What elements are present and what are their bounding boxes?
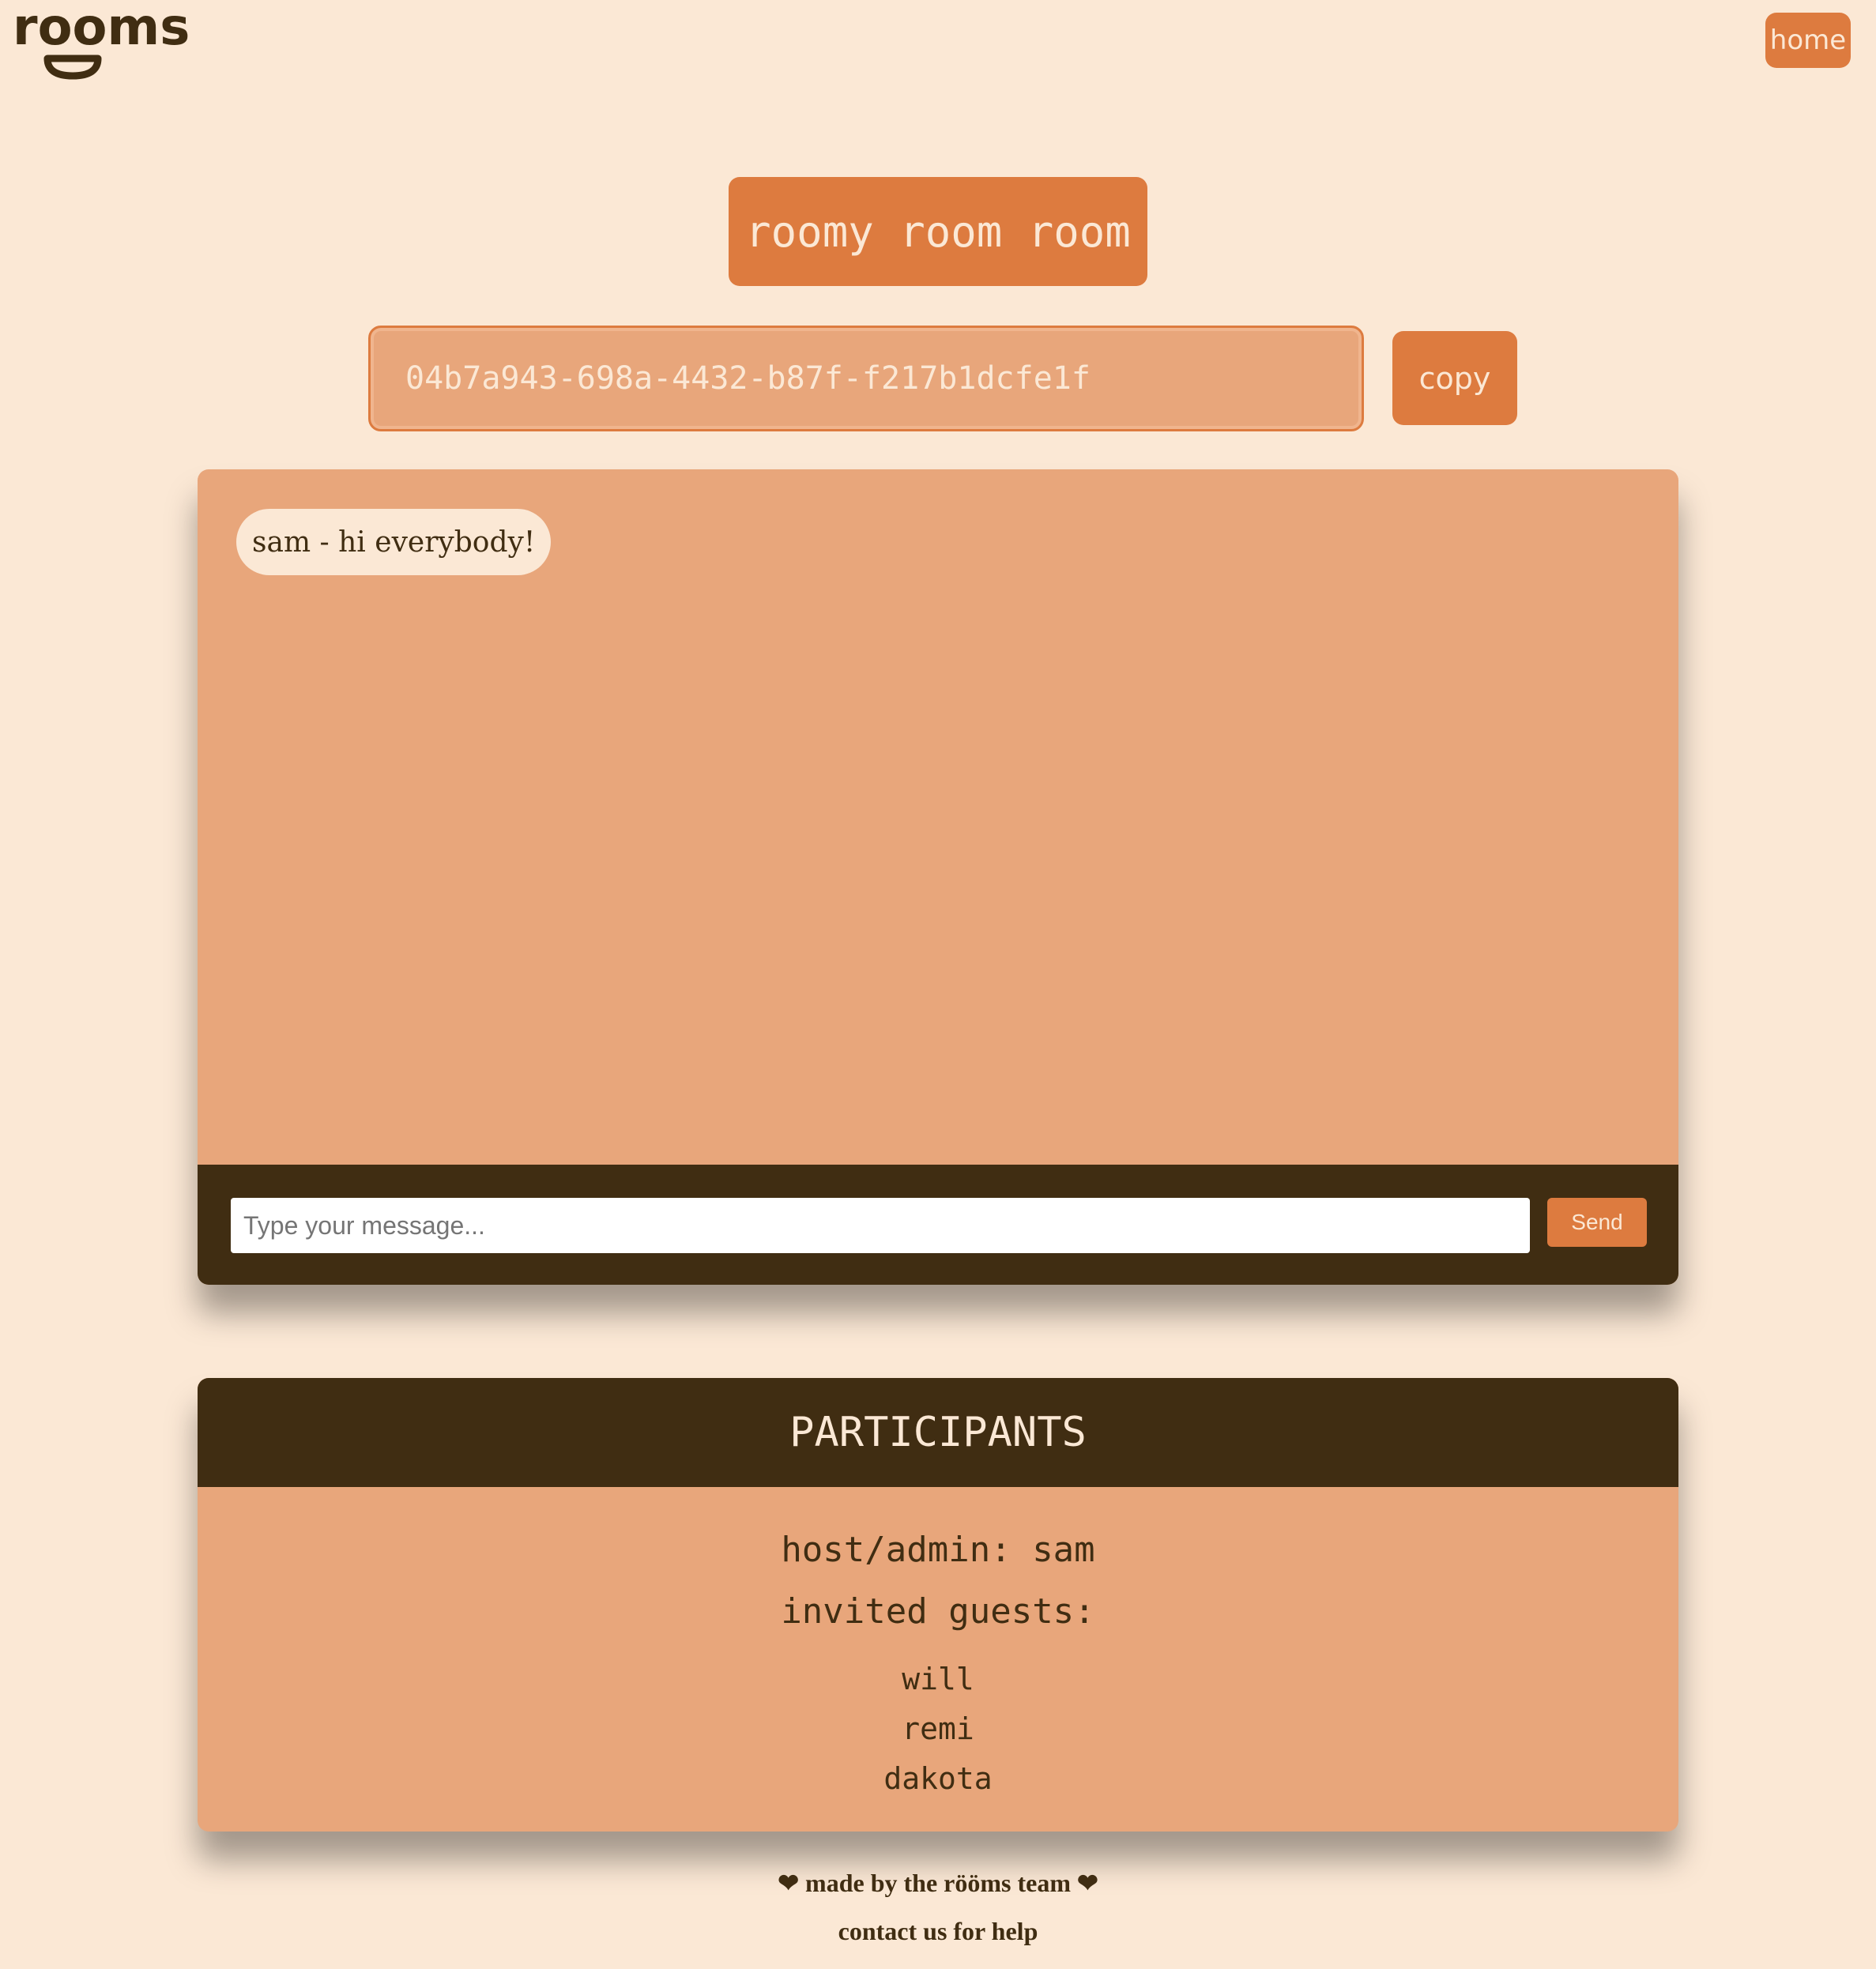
participants-panel: PARTICIPANTS host/admin: sam invited gue… — [198, 1378, 1678, 1832]
guest-list: will remi dakota — [198, 1655, 1678, 1804]
participants-heading: PARTICIPANTS — [198, 1378, 1678, 1487]
footer-credit: ❤ made by the rööms team ❤ — [778, 1869, 1098, 1897]
contact-link[interactable]: contact us for help — [0, 1917, 1876, 1946]
host-admin-line: host/admin: sam — [781, 1530, 1095, 1570]
guest-item: remi — [902, 1711, 974, 1746]
chat-input-bar: Send — [198, 1165, 1678, 1285]
guest-item: dakota — [883, 1761, 993, 1796]
rooms-logo[interactable]: rooms — [11, 3, 193, 82]
chat-panel: sam - hi everybody! Send — [198, 469, 1678, 1285]
logo-smile-icon — [43, 55, 102, 80]
message-input[interactable] — [231, 1198, 1530, 1253]
invited-guests-heading: invited guests: — [781, 1591, 1095, 1632]
guest-item: will — [902, 1662, 974, 1696]
room-id-field[interactable] — [368, 326, 1364, 431]
home-button[interactable]: home — [1765, 13, 1851, 68]
send-button[interactable]: Send — [1547, 1198, 1647, 1247]
copy-button[interactable]: copy — [1392, 331, 1517, 425]
logo-text: rooms — [13, 3, 190, 57]
chat-message: sam - hi everybody! — [236, 509, 552, 575]
room-id-input[interactable] — [405, 360, 1362, 397]
room-title: roomy room room — [729, 177, 1147, 286]
